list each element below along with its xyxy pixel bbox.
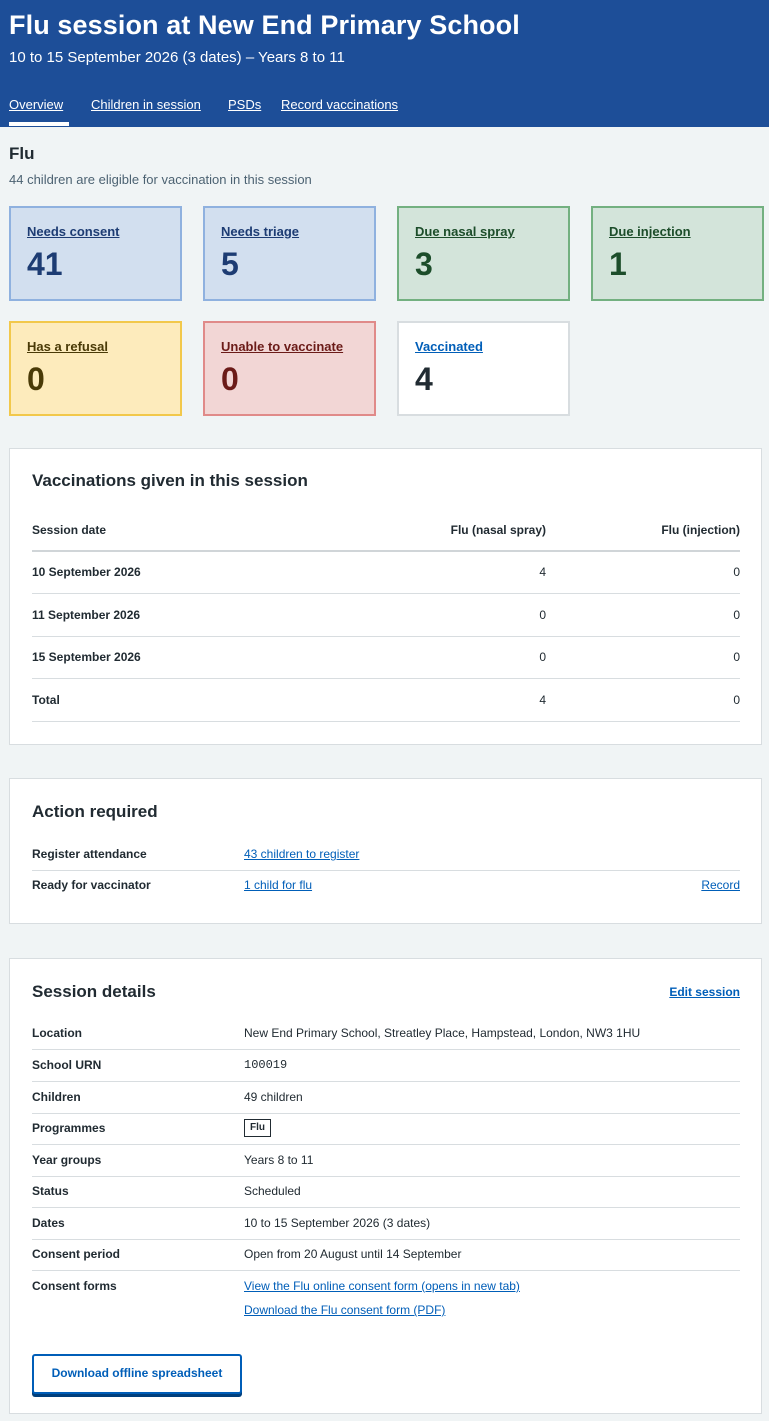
card-has-a-refusal[interactable]: Has a refusal 0 [9, 321, 182, 416]
detail-value-consent-period: Open from 20 August until 14 September [244, 1247, 462, 1261]
tab-overview[interactable]: Overview [9, 97, 63, 112]
card-label[interactable]: Has a refusal [27, 339, 108, 354]
ready-for-vaccinator-link[interactable]: 1 child for flu [244, 878, 312, 892]
card-due-injection[interactable]: Due injection 1 [591, 206, 764, 301]
action-key-register: Register attendance [32, 847, 147, 861]
detail-key-location: Location [32, 1026, 82, 1040]
session-tabs: Overview Children in session PSDs Record… [0, 96, 769, 127]
detail-value-location: New End Primary School, Streatley Place,… [244, 1026, 641, 1040]
detail-key-urn: School URN [32, 1058, 102, 1072]
card-label[interactable]: Unable to vaccinate [221, 339, 343, 354]
table-cell-total-injection: 0 [733, 693, 740, 707]
row-divider [32, 721, 740, 722]
detail-key-consent-period: Consent period [32, 1247, 121, 1261]
table-cell-date: 15 September 2026 [32, 650, 141, 664]
row-divider [32, 1176, 740, 1177]
column-header-injection: Flu (injection) [661, 523, 740, 537]
detail-key-year-groups: Year groups [32, 1153, 102, 1167]
eligible-count-text: 44 children are eligible for vaccination… [9, 172, 312, 187]
card-unable-to-vaccinate[interactable]: Unable to vaccinate 0 [203, 321, 376, 416]
card-count: 5 [221, 246, 239, 282]
row-divider [32, 1049, 740, 1050]
row-divider [32, 678, 740, 679]
edit-session-link[interactable]: Edit session [640, 985, 740, 999]
table-divider [32, 550, 740, 552]
card-count: 0 [221, 361, 239, 397]
card-count: 3 [415, 246, 433, 282]
card-label[interactable]: Needs triage [221, 224, 299, 239]
table-cell-total-nasal: 4 [539, 693, 546, 707]
detail-key-status: Status [32, 1184, 69, 1198]
detail-value-urn: 100019 [244, 1058, 288, 1072]
row-divider [32, 1113, 740, 1114]
row-divider [32, 1081, 740, 1082]
detail-key-programmes: Programmes [32, 1121, 106, 1135]
detail-key-children: Children [32, 1090, 81, 1104]
card-needs-consent[interactable]: Needs consent 41 [9, 206, 182, 301]
tab-record-vaccinations[interactable]: Record vaccinations [281, 97, 398, 112]
record-link[interactable]: Record [640, 878, 740, 892]
detail-value-year-groups: Years 8 to 11 [244, 1153, 314, 1167]
download-consent-form-link[interactable]: Download the Flu consent form (PDF) [244, 1303, 445, 1317]
table-cell-injection: 0 [733, 650, 740, 664]
action-required-heading: Action required [32, 802, 158, 821]
online-consent-form-link[interactable]: View the Flu online consent form (opens … [244, 1279, 520, 1293]
tab-children-in-session[interactable]: Children in session [91, 97, 201, 112]
row-divider [32, 1239, 740, 1240]
row-divider [32, 593, 740, 594]
session-details-heading: Session details [32, 982, 156, 1001]
detail-value-dates: 10 to 15 September 2026 (3 dates) [244, 1216, 431, 1230]
card-count: 1 [609, 246, 627, 282]
card-label[interactable]: Due injection [609, 224, 691, 239]
table-cell-nasal: 4 [539, 565, 546, 579]
table-cell-date: 11 September 2026 [32, 608, 141, 622]
download-offline-spreadsheet-button[interactable]: Download offline spreadsheet [32, 1354, 242, 1394]
card-vaccinated[interactable]: Vaccinated 4 [397, 321, 570, 416]
detail-value-status: Scheduled [244, 1184, 301, 1198]
table-cell-date: 10 September 2026 [32, 565, 141, 579]
card-needs-triage[interactable]: Needs triage 5 [203, 206, 376, 301]
row-divider [32, 1207, 740, 1208]
register-attendance-link[interactable]: 43 children to register [244, 847, 359, 861]
table-cell-injection: 0 [733, 565, 740, 579]
row-divider [32, 870, 740, 871]
card-label[interactable]: Due nasal spray [415, 224, 515, 239]
detail-value-children: 49 children [244, 1090, 303, 1104]
programme-heading: Flu [9, 144, 35, 163]
card-count: 41 [27, 246, 63, 282]
row-divider [32, 1144, 740, 1145]
active-tab-indicator [9, 122, 69, 126]
action-key-vaccinator: Ready for vaccinator [32, 878, 151, 892]
action-required-panel: Action required Register attendance 43 c… [9, 778, 762, 924]
session-header: Flu session at New End Primary School 10… [0, 0, 769, 127]
page-subtitle: 10 to 15 September 2026 (3 dates) – Year… [9, 49, 345, 66]
table-cell-nasal: 0 [539, 650, 546, 664]
vaccinations-panel: Vaccinations given in this session Sessi… [9, 448, 762, 745]
row-divider [32, 636, 740, 637]
card-label[interactable]: Vaccinated [415, 339, 483, 354]
column-header-nasal-spray: Flu (nasal spray) [450, 523, 546, 537]
programme-tag: Flu [244, 1119, 271, 1137]
detail-key-dates: Dates [32, 1216, 65, 1230]
row-divider [32, 1270, 740, 1271]
card-label[interactable]: Needs consent [27, 224, 119, 239]
card-due-nasal-spray[interactable]: Due nasal spray 3 [397, 206, 570, 301]
table-cell-nasal: 0 [539, 608, 546, 622]
card-count: 4 [415, 361, 433, 397]
detail-key-consent-forms: Consent forms [32, 1279, 117, 1293]
card-count: 0 [27, 361, 45, 397]
table-cell-injection: 0 [733, 608, 740, 622]
session-details-panel: Session details Edit session Location Ne… [9, 958, 762, 1414]
table-cell-total-label: Total [32, 693, 60, 707]
tab-psds[interactable]: PSDs [228, 97, 261, 112]
column-header-session-date: Session date [32, 523, 107, 537]
page-title: Flu session at New End Primary School [9, 10, 520, 40]
vaccinations-heading: Vaccinations given in this session [32, 471, 308, 490]
